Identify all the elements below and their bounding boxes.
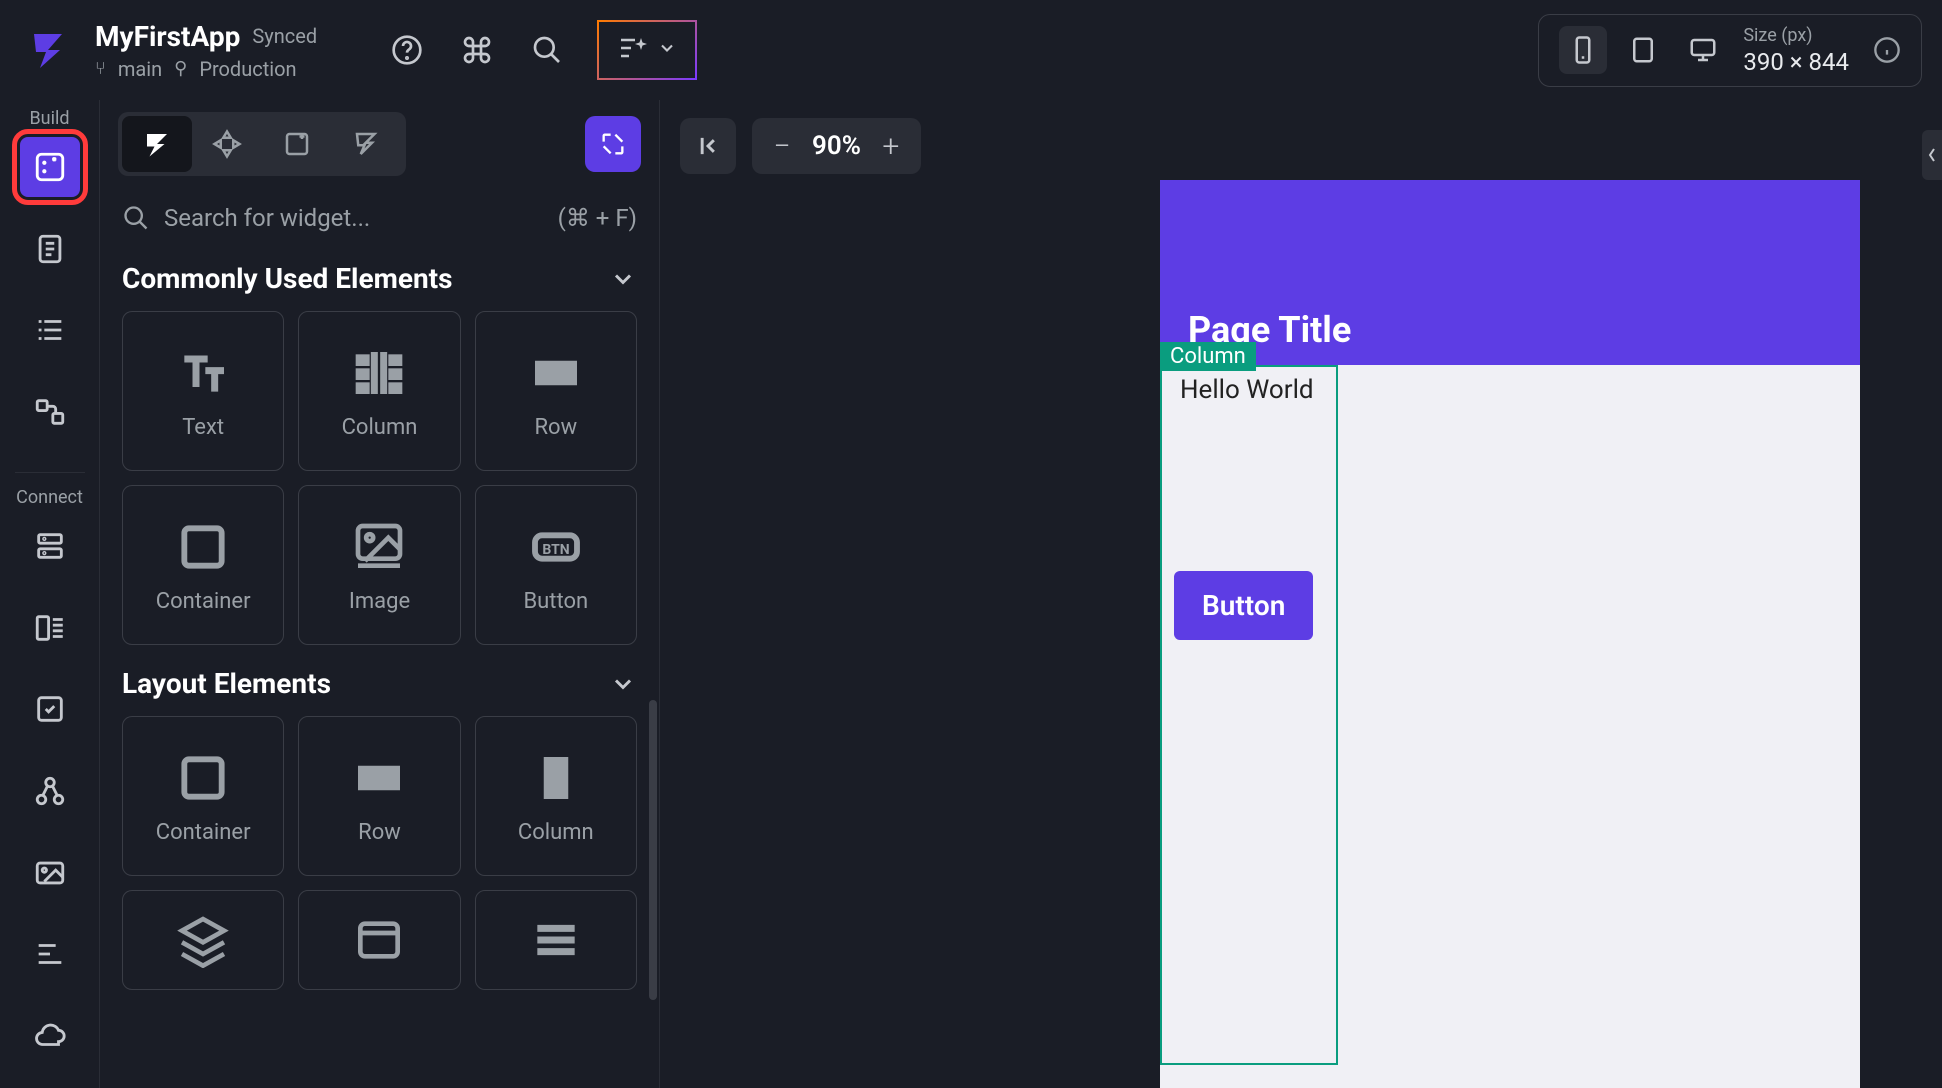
expand-panel-button[interactable] xyxy=(585,116,641,172)
chevron-down-icon xyxy=(609,670,637,698)
chevron-down-icon xyxy=(609,265,637,293)
collapse-panel-button[interactable] xyxy=(680,118,736,174)
env-icon: ⚲ xyxy=(174,58,187,79)
ai-dropdown[interactable] xyxy=(597,20,697,80)
help-button[interactable] xyxy=(387,30,427,70)
search-icon xyxy=(122,204,150,232)
list-icon xyxy=(526,910,586,970)
row-icon xyxy=(349,748,409,808)
zoom-in-button[interactable]: + xyxy=(875,130,907,162)
panel-scrollbar[interactable] xyxy=(649,700,657,1000)
desktop-device-button[interactable] xyxy=(1679,26,1727,74)
widget-column[interactable]: Column xyxy=(298,311,460,471)
selected-column-outline[interactable] xyxy=(1160,365,1338,1065)
section-commonly-used[interactable]: Commonly Used Elements xyxy=(122,262,637,295)
search-button[interactable] xyxy=(527,30,567,70)
theme-tab[interactable] xyxy=(332,116,402,172)
search-placeholder: Search for widget... xyxy=(164,204,544,232)
widget-tree-button[interactable] xyxy=(20,300,80,360)
firestore-button[interactable] xyxy=(20,516,80,576)
widget-card[interactable] xyxy=(298,890,460,990)
card-icon xyxy=(349,910,409,970)
stack-icon xyxy=(173,910,233,970)
appstate-button[interactable] xyxy=(20,679,80,739)
zoom-value: 90% xyxy=(812,131,861,161)
api-button[interactable] xyxy=(20,761,80,821)
zoom-controls: − 90% + xyxy=(752,118,921,174)
canvas-button[interactable]: Button xyxy=(1174,571,1313,640)
size-label: Size (px) xyxy=(1743,25,1849,46)
storyboard-button[interactable] xyxy=(20,382,80,442)
command-button[interactable] xyxy=(457,30,497,70)
widget-panel: Search for widget... (⌘ + F) Commonly Us… xyxy=(100,100,660,1088)
build-section-label: Build xyxy=(0,108,99,129)
widget-column-2[interactable]: Column xyxy=(475,716,637,876)
container-icon xyxy=(173,748,233,808)
row-icon xyxy=(526,343,586,403)
widget-row[interactable]: Row xyxy=(475,311,637,471)
zoom-out-button[interactable]: − xyxy=(766,130,798,162)
environment-name[interactable]: Production xyxy=(199,57,296,81)
image-icon xyxy=(349,517,409,577)
pages-button[interactable] xyxy=(20,219,80,279)
text-icon xyxy=(173,343,233,403)
widget-row-2[interactable]: Row xyxy=(298,716,460,876)
search-shortcut: (⌘ + F) xyxy=(558,204,637,232)
custom-code-button[interactable] xyxy=(20,925,80,985)
widget-stack[interactable] xyxy=(122,890,284,990)
container-icon xyxy=(173,517,233,577)
widget-search[interactable]: Search for widget... (⌘ + F) xyxy=(100,188,659,248)
column-icon xyxy=(526,748,586,808)
widget-button[interactable]: BTN Button xyxy=(475,485,637,645)
app-logo[interactable] xyxy=(20,23,75,78)
connect-section-label: Connect xyxy=(0,487,99,508)
column-icon xyxy=(349,343,409,403)
tablet-device-button[interactable] xyxy=(1619,26,1667,74)
svg-text:BTN: BTN xyxy=(542,542,569,558)
datatypes-button[interactable] xyxy=(20,598,80,658)
components-tab[interactable] xyxy=(192,116,262,172)
widget-palette-button[interactable] xyxy=(20,137,80,197)
device-frame[interactable]: Page Title Column Hello World Button xyxy=(1160,180,1860,1088)
section-layout-elements[interactable]: Layout Elements xyxy=(122,667,637,700)
widgets-tab[interactable] xyxy=(122,116,192,172)
widget-image[interactable]: Image xyxy=(298,485,460,645)
button-icon: BTN xyxy=(526,517,586,577)
header-actions xyxy=(387,30,567,70)
project-info: MyFirstApp Synced ⑂ main ⚲ Production xyxy=(95,20,317,81)
media-button[interactable] xyxy=(20,843,80,903)
selection-badge[interactable]: Column xyxy=(1160,342,1256,371)
cloud-button[interactable] xyxy=(20,1006,80,1066)
chevron-down-icon xyxy=(657,38,677,62)
size-value: 390 × 844 xyxy=(1743,48,1849,76)
widget-list[interactable] xyxy=(475,890,637,990)
mobile-device-button[interactable] xyxy=(1559,26,1607,74)
top-header: MyFirstApp Synced ⑂ main ⚲ Production xyxy=(0,0,1942,100)
device-size-selector: Size (px) 390 × 844 xyxy=(1538,14,1922,87)
widget-container[interactable]: Container xyxy=(122,485,284,645)
branch-icon: ⑂ xyxy=(95,58,106,79)
canvas-area[interactable]: − 90% + Page Title Column Hello World Bu… xyxy=(660,100,1942,1088)
right-panel-toggle[interactable] xyxy=(1922,130,1942,180)
templates-tab[interactable] xyxy=(262,116,332,172)
left-sidebar: Build Connect xyxy=(0,100,100,1088)
body-text[interactable]: Hello World xyxy=(1180,375,1314,405)
project-name[interactable]: MyFirstApp xyxy=(95,20,240,53)
widget-container-2[interactable]: Container xyxy=(122,716,284,876)
widget-text[interactable]: Text xyxy=(122,311,284,471)
branch-name[interactable]: main xyxy=(118,57,162,81)
info-icon[interactable] xyxy=(1873,36,1901,64)
sync-status: Synced xyxy=(252,24,317,48)
device-appbar[interactable]: Page Title xyxy=(1160,180,1860,365)
ai-sparkle-icon xyxy=(617,32,649,68)
